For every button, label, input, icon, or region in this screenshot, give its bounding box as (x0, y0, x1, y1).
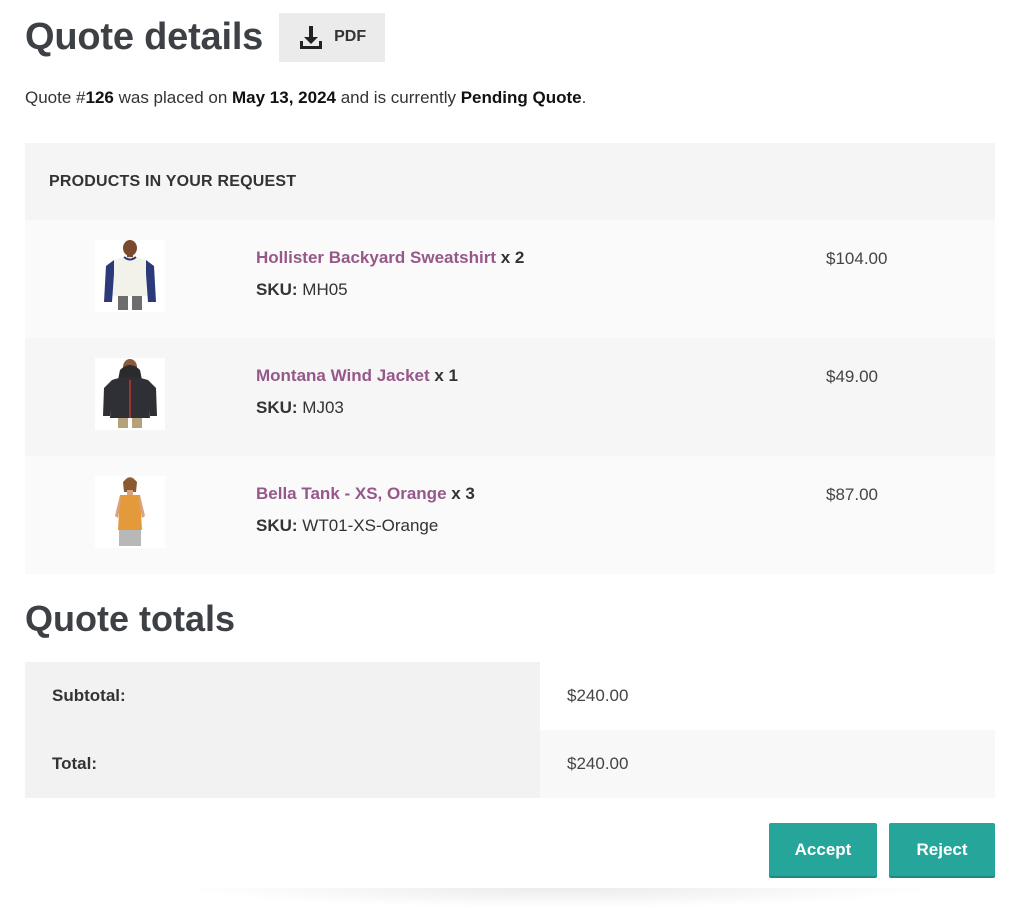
sku-value: MJ03 (297, 398, 344, 417)
quote-number: 126 (85, 88, 114, 107)
product-qty: x 3 (446, 484, 475, 503)
status-placed-text: was placed on (113, 88, 233, 107)
total-value: $240.00 (540, 730, 995, 798)
jacket-image[interactable] (95, 358, 165, 430)
tank-image[interactable] (95, 476, 165, 548)
total-row: Total: $240.00 (25, 730, 995, 798)
total-label: Total: (25, 730, 540, 798)
product-price: $104.00 (826, 249, 888, 268)
subtotal-label: Subtotal: (25, 662, 540, 730)
totals-table: Subtotal: $240.00 Total: $240.00 (25, 662, 995, 798)
product-price: $87.00 (826, 485, 878, 504)
sku-value: MH05 (297, 280, 348, 299)
quote-date: May 13, 2024 (232, 88, 336, 107)
title-row: Quote details PDF (25, 12, 386, 62)
product-name-line: Montana Wind Jacket x 1 (256, 366, 458, 386)
subtotal-row: Subtotal: $240.00 (25, 662, 995, 730)
product-link[interactable]: Montana Wind Jacket (256, 366, 430, 385)
product-price: $49.00 (826, 367, 878, 386)
footer-shadow (180, 888, 940, 908)
status-suffix: . (581, 88, 587, 107)
reject-button[interactable]: Reject (889, 823, 995, 876)
product-row: Bella Tank - XS, Orange x 3 SKU: WT01-XS… (25, 456, 995, 574)
product-link[interactable]: Hollister Backyard Sweatshirt (256, 248, 496, 267)
product-sku-line: SKU: MH05 (256, 280, 348, 300)
product-name-line: Bella Tank - XS, Orange x 3 (256, 484, 475, 504)
download-icon (298, 24, 324, 50)
status-currently-text: and is currently (335, 88, 461, 107)
quote-status-line: Quote #126 was placed on May 13, 2024 an… (25, 88, 586, 108)
product-sku-line: SKU: WT01-XS-Orange (256, 516, 438, 536)
product-sku-line: SKU: MJ03 (256, 398, 344, 418)
product-link[interactable]: Bella Tank - XS, Orange (256, 484, 447, 503)
products-heading: PRODUCTS IN YOUR REQUEST (25, 143, 995, 220)
product-row: Hollister Backyard Sweatshirt x 2 SKU: M… (25, 220, 995, 338)
products-table: PRODUCTS IN YOUR REQUEST Hollister Backy… (25, 143, 995, 574)
sku-value: WT01-XS-Orange (297, 516, 439, 535)
sweatshirt-image[interactable] (95, 240, 165, 312)
sku-label: SKU: (256, 280, 298, 299)
quote-actions: Accept Reject (769, 823, 995, 876)
subtotal-value: $240.00 (540, 662, 995, 730)
quote-state: Pending Quote (460, 88, 582, 107)
accept-button[interactable]: Accept (769, 823, 877, 876)
product-qty: x 1 (429, 366, 459, 385)
page-title: Quote details (25, 15, 264, 58)
pdf-label: PDF (334, 28, 367, 45)
sku-label: SKU: (256, 398, 298, 417)
pdf-download-button[interactable]: PDF (279, 12, 386, 62)
status-prefix: Quote # (25, 88, 86, 107)
product-row: Montana Wind Jacket x 1 SKU: MJ03 $49.00 (25, 338, 995, 456)
product-name-line: Hollister Backyard Sweatshirt x 2 (256, 248, 524, 268)
sku-label: SKU: (256, 516, 298, 535)
product-qty: x 2 (495, 248, 525, 267)
totals-title: Quote totals (25, 598, 236, 639)
